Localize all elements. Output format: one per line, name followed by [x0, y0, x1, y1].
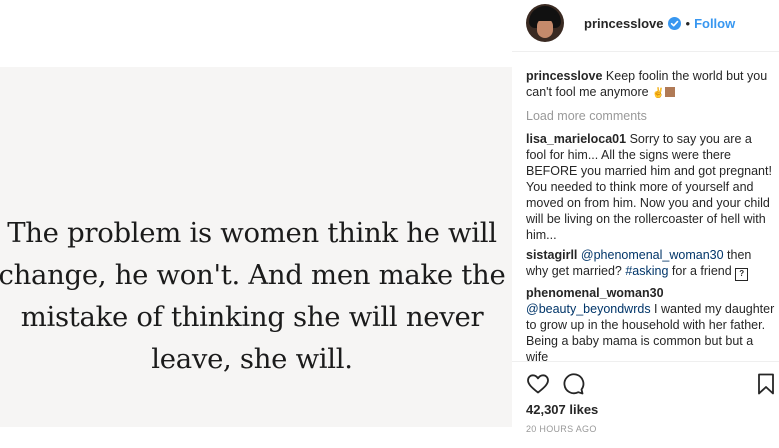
unknown-emoji-icon: ?: [735, 268, 749, 281]
bookmark-icon[interactable]: [756, 372, 776, 396]
quote-line: change, he won't. And men make the: [0, 259, 506, 291]
list-item: lisa_marieloca01 Sorry to say you are a …: [526, 131, 775, 243]
comment-username[interactable]: lisa_marieloca01: [526, 132, 626, 146]
header-username[interactable]: princesslove: [584, 16, 664, 31]
comment-username[interactable]: phenomenal_woman30: [526, 286, 664, 300]
comment-text: Sorry to say you are a fool for him... A…: [526, 132, 772, 242]
heart-icon[interactable]: [526, 372, 550, 396]
comment-text: for a friend: [668, 264, 732, 278]
quote-panel: The problem is women think he will chang…: [0, 67, 512, 427]
post-image[interactable]: The problem is women think he will chang…: [0, 0, 512, 448]
follow-button[interactable]: Follow: [694, 16, 735, 31]
post-sidebar: princesslove • Follow princesslove Keep …: [512, 0, 779, 448]
comment-hashtag[interactable]: #asking: [625, 264, 668, 278]
action-bar: [526, 372, 776, 396]
avatar[interactable]: [526, 4, 564, 42]
comment-mention[interactable]: @beauty_beyondwrds: [526, 302, 651, 316]
emoji-icon: ✌: [652, 85, 675, 99]
caption-username[interactable]: princesslove: [526, 69, 602, 83]
actions-divider: [512, 361, 779, 362]
quote-text: The problem is women think he will chang…: [0, 212, 512, 380]
caption: princesslove Keep foolin the world but y…: [526, 68, 775, 102]
post-header: princesslove • Follow: [526, 3, 735, 43]
likes-count[interactable]: 42,307 likes: [526, 402, 598, 417]
verified-badge-icon: [667, 16, 681, 30]
quote-line: mistake of thinking she will never: [20, 301, 484, 333]
load-more-comments[interactable]: Load more comments: [526, 108, 775, 124]
comment-username[interactable]: sistagirll: [526, 248, 577, 262]
header-divider: [512, 51, 779, 52]
list-item: phenomenal_woman30 @beauty_beyondwrds I …: [526, 285, 775, 365]
comment-icon[interactable]: [561, 372, 585, 396]
comments-list: princesslove Keep foolin the world but y…: [526, 68, 775, 369]
header-separator: •: [685, 15, 691, 31]
post-timestamp[interactable]: 20 HOURS AGO: [526, 424, 597, 434]
quote-line: The problem is women think he will: [7, 217, 497, 249]
quote-line: leave, she will.: [151, 343, 353, 375]
list-item: sistagirll @phenomenal_woman30 then why …: [526, 247, 775, 281]
comment-mention[interactable]: @phenomenal_woman30: [581, 248, 724, 262]
